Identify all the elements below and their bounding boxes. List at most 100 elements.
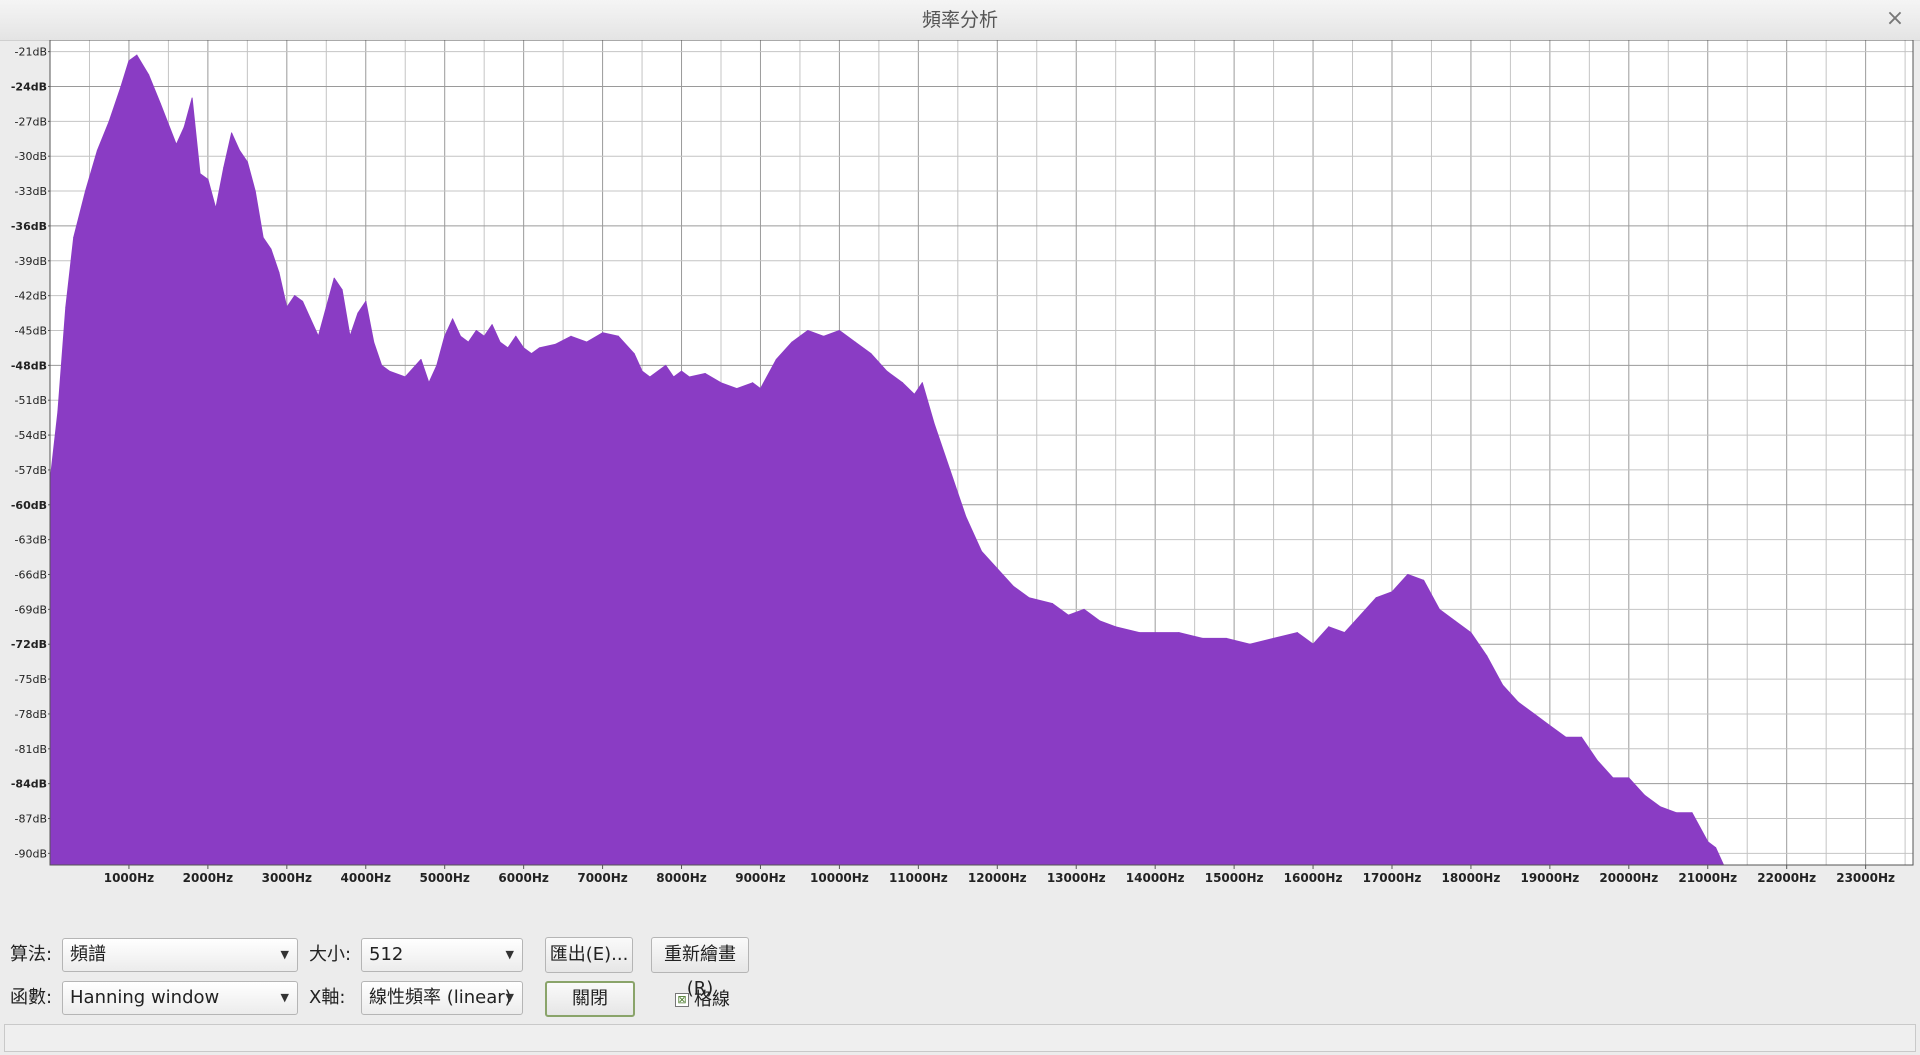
x-tick-label: 16000Hz: [1284, 871, 1343, 885]
spectrum-point: [902, 382, 904, 384]
y-tick-label: -39dB: [15, 255, 48, 268]
spectrum-point: [1012, 585, 1014, 587]
grid-label: 格線: [694, 989, 730, 1010]
spectrum-point: [554, 343, 556, 345]
y-tick-label: -84dB: [11, 778, 47, 791]
chevron-down-icon: ▼: [280, 948, 289, 961]
spectrum-point: [531, 353, 532, 355]
spectrum-point: [602, 332, 604, 334]
x-tick-label: 8000Hz: [656, 871, 706, 885]
y-tick-label: -63dB: [15, 534, 48, 547]
spectrum-point: [1138, 632, 1140, 634]
spectrum-point: [325, 306, 327, 308]
x-tick-label: 9000Hz: [735, 871, 785, 885]
spectrum-point: [688, 376, 690, 378]
spectrum-point: [1099, 620, 1101, 622]
spectrum-point: [649, 376, 651, 378]
spectrum-point: [286, 306, 288, 308]
window-function-value: Hanning window: [70, 987, 220, 1008]
spectrum-point: [381, 364, 383, 366]
spectrum-point: [491, 324, 493, 326]
spectrum-point: [1344, 632, 1346, 634]
spectrum-point: [1580, 736, 1582, 738]
replot-button[interactable]: 重新繪畫(R): [651, 937, 749, 999]
window-function-select[interactable]: Hanning window ▼: [62, 981, 298, 1015]
spectrum-point: [57, 411, 59, 413]
spectrum-point: [262, 237, 264, 238]
x-tick-label: 15000Hz: [1205, 871, 1264, 885]
y-tick-label: -60dB: [11, 499, 47, 512]
spectrum-point: [760, 388, 761, 390]
spectrum-point: [475, 330, 477, 331]
spectrum-point: [807, 330, 809, 331]
spectrum-point: [775, 359, 777, 360]
xaxis-select[interactable]: 線性頻率 (linear) ▼: [361, 981, 523, 1015]
status-bar: [4, 1024, 1916, 1052]
spectrum-point: [499, 341, 501, 343]
spectrum-point: [467, 341, 469, 343]
function-label: 函數:: [10, 987, 53, 1008]
spectrum-point: [633, 353, 635, 355]
spectrum-point: [1249, 643, 1251, 645]
spectrum-point: [1659, 806, 1661, 808]
export-button[interactable]: 匯出(E)...: [545, 937, 633, 973]
spectrum-point: [1628, 777, 1630, 779]
algorithm-select[interactable]: 頻譜 ▼: [62, 938, 298, 972]
y-tick-label: -87dB: [15, 813, 48, 826]
spectrum-point: [673, 376, 675, 378]
grid-checkbox[interactable]: ⊠: [675, 993, 689, 1007]
xaxis-value: 線性頻率 (linear): [369, 987, 512, 1008]
spectrum-point: [586, 341, 588, 343]
spectrum-point: [128, 60, 130, 62]
spectrum-point: [720, 382, 722, 384]
spectrum-point: [1225, 637, 1227, 639]
spectrum-point: [1533, 713, 1535, 715]
spectrum-point: [231, 132, 233, 134]
spectrum-point: [1517, 701, 1519, 703]
close-button[interactable]: 關閉: [545, 981, 635, 1017]
x-tick-label: 10000Hz: [810, 871, 869, 885]
y-tick-label: -27dB: [15, 115, 48, 128]
spectrum-point: [428, 382, 430, 384]
spectrum-point: [823, 335, 825, 337]
x-tick-label: 12000Hz: [968, 871, 1027, 885]
y-tick-label: -54dB: [15, 429, 48, 442]
spectrum-point: [933, 423, 935, 424]
size-select[interactable]: 512 ▼: [361, 938, 523, 972]
spectrum-point: [921, 382, 923, 384]
spectrum-point: [1454, 620, 1456, 622]
x-tick-label: 19000Hz: [1520, 871, 1579, 885]
spectrum-point: [160, 103, 161, 105]
spectrum-point: [791, 341, 793, 343]
y-tick-label: -30dB: [15, 150, 48, 163]
spectrum-point: [199, 173, 201, 175]
y-tick-label: -69dB: [15, 603, 48, 616]
spectrum-point: [452, 318, 454, 320]
x-tick-label: 3000Hz: [262, 871, 312, 885]
y-tick-label: -48dB: [11, 359, 47, 372]
spectrum-point: [1423, 579, 1425, 581]
spectrum-point: [1328, 626, 1330, 628]
algorithm-label: 算法:: [10, 944, 53, 965]
spectrum-point: [108, 120, 110, 122]
spectrum-point: [1083, 608, 1085, 610]
window-title: 頻率分析: [921, 9, 998, 31]
y-tick-label: -90dB: [15, 847, 48, 860]
spectrum-point: [886, 370, 888, 372]
chevron-down-icon: ▼: [505, 991, 514, 1004]
spectrum-point: [191, 97, 193, 99]
spectrum-point: [681, 370, 682, 372]
spectrum-point: [341, 289, 343, 291]
spectrum-point: [436, 364, 438, 366]
spectrum-point: [73, 237, 75, 238]
y-tick-label: -42dB: [15, 290, 48, 303]
spectrum-point: [136, 54, 138, 56]
close-icon[interactable]: ×: [1880, 4, 1910, 34]
x-tick-label: 20000Hz: [1599, 871, 1658, 885]
y-tick-label: -66dB: [15, 569, 48, 582]
x-tick-label: 7000Hz: [577, 871, 627, 885]
spectrum-point: [641, 370, 643, 372]
spectrum-point: [515, 335, 517, 337]
spectrum-point: [752, 382, 754, 384]
spectrum-point: [1549, 725, 1551, 727]
